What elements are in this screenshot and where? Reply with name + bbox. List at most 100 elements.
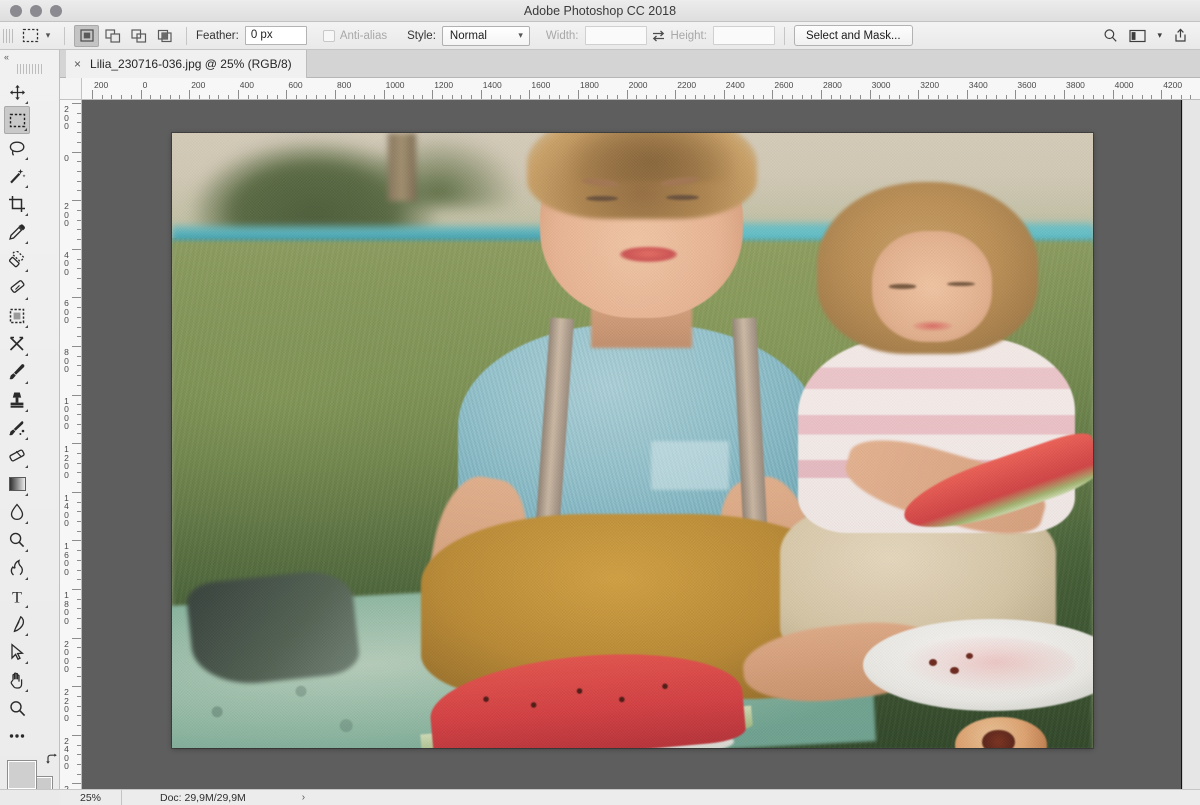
rectangular-marquee-tool[interactable] <box>4 106 30 134</box>
tool-preset-chevron-down-icon[interactable]: ▾ <box>41 25 55 47</box>
options-bar-grip[interactable] <box>3 28 13 43</box>
ruler-minor-tick <box>393 95 395 99</box>
hand-tool[interactable] <box>4 666 30 694</box>
lasso-tool[interactable] <box>4 134 30 162</box>
workspace-switcher-button[interactable] <box>1129 29 1147 43</box>
ellipsis-icon <box>9 734 25 738</box>
frame-icon <box>9 308 25 324</box>
new-selection-button[interactable] <box>74 24 99 47</box>
active-tool-preview[interactable] <box>19 25 41 47</box>
intersect-with-selection-button[interactable] <box>152 25 177 47</box>
width-input[interactable] <box>584 26 647 45</box>
share-button[interactable] <box>1173 28 1188 43</box>
horizontal-ruler[interactable]: 200 0 200 400 600 800 1000 1200 1400 1600 1800 2000… <box>82 78 1200 100</box>
flyout-indicator <box>25 353 28 356</box>
clone-stamp-tool[interactable] <box>4 386 30 414</box>
ruler-minor-tick <box>986 95 988 99</box>
ruler-minor-tick <box>879 95 881 99</box>
ruler-tick <box>72 248 81 250</box>
crop-tool[interactable] <box>4 190 30 218</box>
toolbar-drag-handle[interactable] <box>16 64 43 74</box>
height-input[interactable] <box>712 26 775 45</box>
options-bar: ▾ Feather: 0 px Anti-alias Style: Normal… <box>0 22 1200 50</box>
ruler-label: 200 <box>64 201 69 229</box>
workspace-chevron-down-icon[interactable]: ▾ <box>1157 30 1162 41</box>
ruler-minor-tick <box>228 95 230 99</box>
ruler-tick <box>72 491 81 493</box>
ruler-minor-tick <box>937 95 939 99</box>
ruler-minor-tick <box>77 141 81 143</box>
ruler-minor-tick <box>752 95 754 99</box>
magic-wand-tool[interactable] <box>4 162 30 190</box>
add-to-selection-button[interactable] <box>100 25 125 47</box>
gradient-tool[interactable] <box>4 470 30 498</box>
ruler-label: 1000 <box>64 395 69 432</box>
ruler-minor-tick <box>830 95 832 99</box>
ruler-minor-tick <box>77 598 81 600</box>
ruler-minor-tick <box>558 95 560 99</box>
select-and-mask-button[interactable]: Select and Mask... <box>793 25 913 46</box>
ruler-origin-corner[interactable] <box>60 78 82 100</box>
flyout-indicator <box>25 269 28 272</box>
zoom-level-field[interactable]: 25% <box>60 789 122 805</box>
search-button[interactable] <box>1103 28 1118 43</box>
ruler-minor-tick <box>77 579 81 581</box>
ruler-tick <box>286 90 288 99</box>
magnifier-icon <box>9 700 25 716</box>
ruler-label: 800 <box>64 347 69 374</box>
ruler-minor-tick <box>1170 95 1172 99</box>
tab-close-icon[interactable]: × <box>74 58 81 70</box>
style-select[interactable]: Normal ▾ <box>441 25 530 46</box>
brush-tool[interactable] <box>4 358 30 386</box>
status-expand-icon[interactable]: › <box>302 792 305 803</box>
feather-input[interactable]: 0 px <box>244 26 307 45</box>
eyedropper-tool[interactable] <box>4 218 30 246</box>
eraser-tool[interactable] <box>4 442 30 470</box>
pen-tool[interactable] <box>4 610 30 638</box>
tool-grid: T <box>0 78 59 750</box>
frame-tool[interactable] <box>4 302 30 330</box>
ruler-minor-tick <box>616 95 618 99</box>
swap-width-height-button[interactable] <box>647 26 671 46</box>
spot-healing-brush-tool[interactable] <box>4 246 30 274</box>
ruler-tick <box>72 686 81 688</box>
bush-shrub-secondary <box>356 133 522 207</box>
height-label: Height: <box>670 29 707 42</box>
document-image[interactable] <box>172 133 1093 748</box>
anti-alias-checkbox[interactable] <box>322 29 335 42</box>
collapse-toolbar-button[interactable]: « <box>0 50 59 64</box>
eyedropper-icon <box>9 224 25 240</box>
flyout-indicator <box>25 185 28 188</box>
ruler-minor-tick <box>77 657 81 659</box>
svg-text:T: T <box>12 589 22 605</box>
history-brush-tool[interactable] <box>4 414 30 442</box>
ruler-minor-tick <box>1180 95 1182 99</box>
vertical-ruler[interactable]: 200 0 200 400 600 800 1000 1200 1400 1600 1800 2000… <box>60 100 82 790</box>
edit-toolbar-button[interactable] <box>4 722 30 750</box>
foreground-color-swatch[interactable] <box>6 760 37 790</box>
ruler-minor-tick <box>354 95 356 99</box>
swap-colors-button[interactable] <box>45 753 59 771</box>
ruler-minor-tick <box>77 482 81 484</box>
path-selection-tool[interactable] <box>4 638 30 666</box>
vertical-scrollbar[interactable] <box>1182 100 1200 790</box>
blur-tool[interactable] <box>4 498 30 526</box>
scissors-tool[interactable] <box>4 330 30 358</box>
patch-tool[interactable] <box>4 274 30 302</box>
watermelon-seed <box>929 658 938 666</box>
dodge-tool[interactable] <box>4 526 30 554</box>
move-tool[interactable] <box>4 78 30 106</box>
document-tab[interactable]: × Lilia_230716-036.jpg @ 25% (RGB/8) <box>66 50 307 78</box>
document-tab-strip: × Lilia_230716-036.jpg @ 25% (RGB/8) <box>0 50 1200 78</box>
ruler-label: 2000 <box>628 80 648 90</box>
ruler-tick <box>92 90 93 99</box>
ruler-tick <box>72 394 81 396</box>
ruler-label: 3200 <box>920 80 940 90</box>
ruler-tick <box>966 90 968 99</box>
zoom-tool[interactable] <box>4 694 30 722</box>
ruler-tick <box>72 151 81 153</box>
burn-tool[interactable] <box>4 554 30 582</box>
canvas-area[interactable] <box>82 100 1182 790</box>
type-tool[interactable]: T <box>4 582 30 610</box>
subtract-from-selection-button[interactable] <box>126 25 151 47</box>
